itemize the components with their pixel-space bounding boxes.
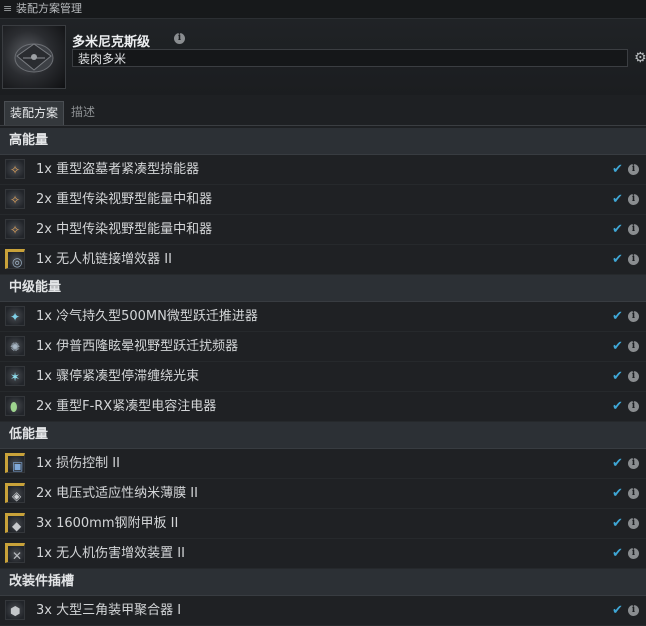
module-row[interactable]: ▣ 1x 损伤控制 II ✔ i: [0, 449, 646, 479]
gear-icon[interactable]: ⚙: [634, 50, 646, 66]
info-icon[interactable]: i: [628, 488, 639, 499]
info-icon[interactable]: i: [628, 194, 639, 205]
energy-neutralizer-icon: ✧: [5, 159, 25, 179]
drone-damage-icon: ✕: [5, 543, 25, 563]
checkmark-icon: ✔: [612, 252, 623, 267]
info-icon[interactable]: i: [628, 401, 639, 412]
module-row[interactable]: ◈ 2x 电压式适应性纳米薄膜 II ✔ i: [0, 479, 646, 509]
section-mid-slots: 中级能量: [0, 275, 646, 302]
info-icon[interactable]: i: [628, 224, 639, 235]
module-label: 1x 重型盗墓者紧凑型掠能器: [36, 162, 200, 177]
module-row[interactable]: ✦ 1x 冷气持久型500MN微型跃迁推进器 ✔ i: [0, 302, 646, 332]
ship-thumbnail[interactable]: [2, 25, 66, 89]
propulsion-icon: ✦: [5, 306, 25, 326]
membrane-icon: ◈: [5, 483, 25, 503]
checkmark-icon: ✔: [612, 162, 623, 177]
checkmark-icon: ✔: [612, 456, 623, 471]
module-label: 2x 中型传染视野型能量中和器: [36, 222, 213, 237]
module-row[interactable]: ✧ 2x 中型传染视野型能量中和器 ✔ i: [0, 215, 646, 245]
hamburger-icon[interactable]: ≡: [3, 0, 12, 18]
section-low-slots: 低能量: [0, 422, 646, 449]
info-icon[interactable]: i: [628, 164, 639, 175]
ship-info-icon[interactable]: i: [174, 33, 185, 44]
checkmark-icon: ✔: [612, 546, 623, 561]
module-row[interactable]: ✕ 1x 无人机伤害增效装置 II ✔ i: [0, 539, 646, 569]
module-row[interactable]: ✧ 1x 重型盗墓者紧凑型掠能器 ✔ i: [0, 155, 646, 185]
drone-link-icon: ◎: [5, 249, 25, 269]
module-row[interactable]: ✧ 2x 重型传染视野型能量中和器 ✔ i: [0, 185, 646, 215]
rig-icon: ⬢: [5, 600, 25, 620]
window-title: 装配方案管理: [16, 2, 82, 15]
module-label: 2x 重型F-RX紧凑型电容注电器: [36, 399, 217, 414]
damage-control-icon: ▣: [5, 453, 25, 473]
module-row[interactable]: ⬮ 2x 重型F-RX紧凑型电容注电器 ✔ i: [0, 392, 646, 422]
checkmark-icon: ✔: [612, 309, 623, 324]
module-label: 2x 重型传染视野型能量中和器: [36, 192, 213, 207]
module-label: 2x 电压式适应性纳米薄膜 II: [36, 486, 198, 501]
module-label: 1x 冷气持久型500MN微型跃迁推进器: [36, 309, 258, 324]
module-label: 1x 无人机链接增效器 II: [36, 252, 172, 267]
armor-plate-icon: ◆: [5, 513, 25, 533]
tab-fitting[interactable]: 装配方案: [4, 101, 65, 125]
fitting-name-input[interactable]: [72, 49, 628, 67]
ship-name: 多米尼克斯级: [72, 35, 151, 50]
warp-scrambler-icon: ✺: [5, 336, 25, 356]
module-label: 1x 无人机伤害增效装置 II: [36, 546, 185, 561]
info-icon[interactable]: i: [628, 518, 639, 529]
info-icon[interactable]: i: [628, 458, 639, 469]
tab-description[interactable]: 描述: [66, 101, 100, 124]
checkmark-icon: ✔: [612, 339, 623, 354]
energy-neutralizer-icon: ✧: [5, 189, 25, 209]
module-row[interactable]: ◆ 3x 1600mm钢附甲板 II ✔ i: [0, 509, 646, 539]
checkmark-icon: ✔: [612, 516, 623, 531]
cap-booster-icon: ⬮: [5, 396, 25, 416]
info-icon[interactable]: i: [628, 605, 639, 616]
window-titlebar: ≡ 装配方案管理: [0, 0, 646, 19]
module-row[interactable]: ◎ 1x 无人机链接增效器 II ✔ i: [0, 245, 646, 275]
checkmark-icon: ✔: [612, 192, 623, 207]
tab-bar: 装配方案 描述: [0, 100, 646, 126]
module-list: 高能量 ✧ 1x 重型盗墓者紧凑型掠能器 ✔ i ✧ 2x 重型传染视野型能量中…: [0, 128, 646, 626]
module-label: 3x 大型三角装甲聚合器 I: [36, 603, 182, 618]
stasis-web-icon: ✶: [5, 366, 25, 386]
module-row[interactable]: ✶ 1x 骤停紧凑型停滞缠绕光束 ✔ i: [0, 362, 646, 392]
checkmark-icon: ✔: [612, 369, 623, 384]
info-icon[interactable]: i: [628, 254, 639, 265]
info-icon[interactable]: i: [628, 371, 639, 382]
checkmark-icon: ✔: [612, 486, 623, 501]
checkmark-icon: ✔: [612, 603, 623, 618]
module-label: 3x 1600mm钢附甲板 II: [36, 516, 179, 531]
section-high-slots: 高能量: [0, 128, 646, 155]
checkmark-icon: ✔: [612, 399, 623, 414]
module-label: 1x 损伤控制 II: [36, 456, 120, 471]
ship-render-icon: [14, 43, 54, 73]
info-icon[interactable]: i: [628, 311, 639, 322]
module-row[interactable]: ⬢ 3x 大型三角装甲聚合器 I ✔ i: [0, 596, 646, 626]
section-rig-slots: 改装件插槽: [0, 569, 646, 596]
module-row[interactable]: ✺ 1x 伊普西隆眩晕视野型跃迁扰频器 ✔ i: [0, 332, 646, 362]
info-icon[interactable]: i: [628, 548, 639, 559]
ship-header: 多米尼克斯级 i ⚙: [0, 19, 646, 95]
energy-neutralizer-icon: ✧: [5, 219, 25, 239]
module-label: 1x 骤停紧凑型停滞缠绕光束: [36, 369, 200, 384]
info-icon[interactable]: i: [628, 341, 639, 352]
checkmark-icon: ✔: [612, 222, 623, 237]
module-label: 1x 伊普西隆眩晕视野型跃迁扰频器: [36, 339, 239, 354]
